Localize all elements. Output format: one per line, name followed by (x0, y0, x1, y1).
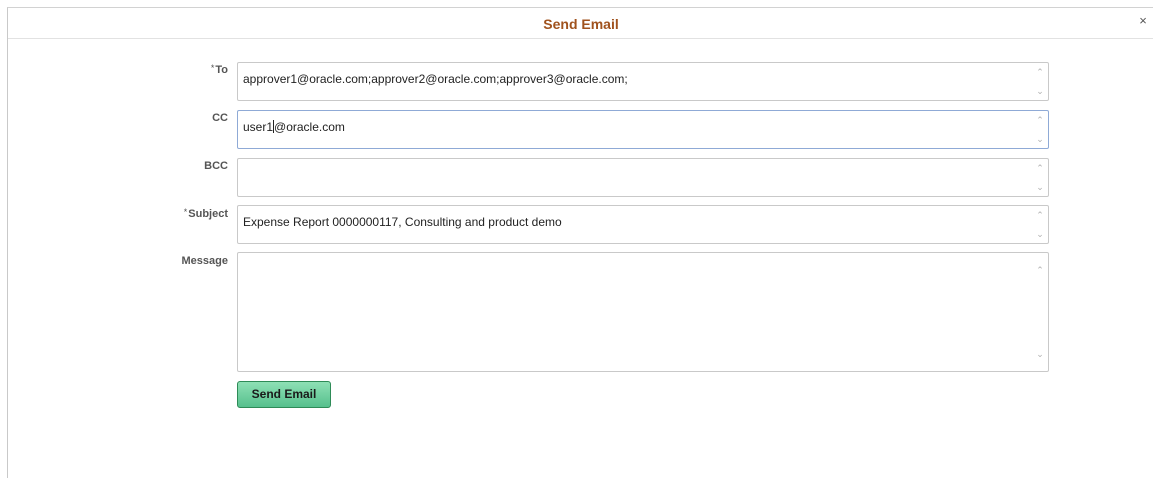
to-field-value: approver1@oracle.com;approver2@oracle.co… (243, 72, 628, 86)
cc-field-value: user1@oracle.com (243, 120, 345, 135)
subject-field-value: Expense Report 0000000117, Consulting an… (243, 215, 562, 229)
cc-field-scrollbar[interactable]: ⌃ ⌄ (1032, 111, 1048, 148)
subject-label-text: Subject (188, 208, 228, 220)
message-field[interactable]: ⌃ ⌄ (237, 252, 1049, 372)
subject-field-scrollbar[interactable]: ⌃ ⌄ (1032, 206, 1048, 243)
to-field[interactable]: approver1@oracle.com;approver2@oracle.co… (237, 62, 1049, 101)
message-field-scrollbar[interactable]: ⌃ ⌄ (1032, 253, 1048, 371)
cc-value-part: @oracle.com (274, 120, 345, 134)
message-label: Message (181, 255, 228, 267)
to-field-scrollbar[interactable]: ⌃ ⌄ (1032, 63, 1048, 100)
to-label-text: To (215, 64, 228, 76)
chevron-up-icon[interactable]: ⌃ (1035, 115, 1045, 125)
cc-value-part: user1 (243, 120, 274, 134)
required-mark: * (183, 207, 188, 217)
chevron-up-icon[interactable]: ⌃ (1035, 210, 1045, 220)
bcc-field-scrollbar[interactable]: ⌃ ⌄ (1032, 159, 1048, 196)
close-icon[interactable]: × (1137, 14, 1149, 28)
send-email-button[interactable]: Send Email (237, 381, 331, 408)
dialog-title: Send Email (543, 16, 619, 32)
chevron-down-icon[interactable]: ⌄ (1035, 349, 1045, 359)
chevron-up-icon[interactable]: ⌃ (1035, 67, 1045, 77)
subject-field[interactable]: Expense Report 0000000117, Consulting an… (237, 205, 1049, 244)
chevron-down-icon[interactable]: ⌄ (1035, 182, 1045, 192)
cc-label: CC (212, 112, 228, 124)
bcc-field[interactable]: ⌃ ⌄ (237, 158, 1049, 197)
chevron-up-icon[interactable]: ⌃ (1035, 265, 1045, 275)
required-mark: * (210, 63, 215, 73)
dialog-header: Send Email (8, 8, 1153, 39)
chevron-up-icon[interactable]: ⌃ (1035, 163, 1045, 173)
bcc-label: BCC (204, 160, 228, 172)
cc-field[interactable]: user1@oracle.com ⌃ ⌄ (237, 110, 1049, 149)
to-label: *To (108, 63, 228, 76)
subject-label: *Subject (108, 207, 228, 220)
chevron-down-icon[interactable]: ⌄ (1035, 86, 1045, 96)
chevron-down-icon[interactable]: ⌄ (1035, 229, 1045, 239)
chevron-down-icon[interactable]: ⌄ (1035, 134, 1045, 144)
